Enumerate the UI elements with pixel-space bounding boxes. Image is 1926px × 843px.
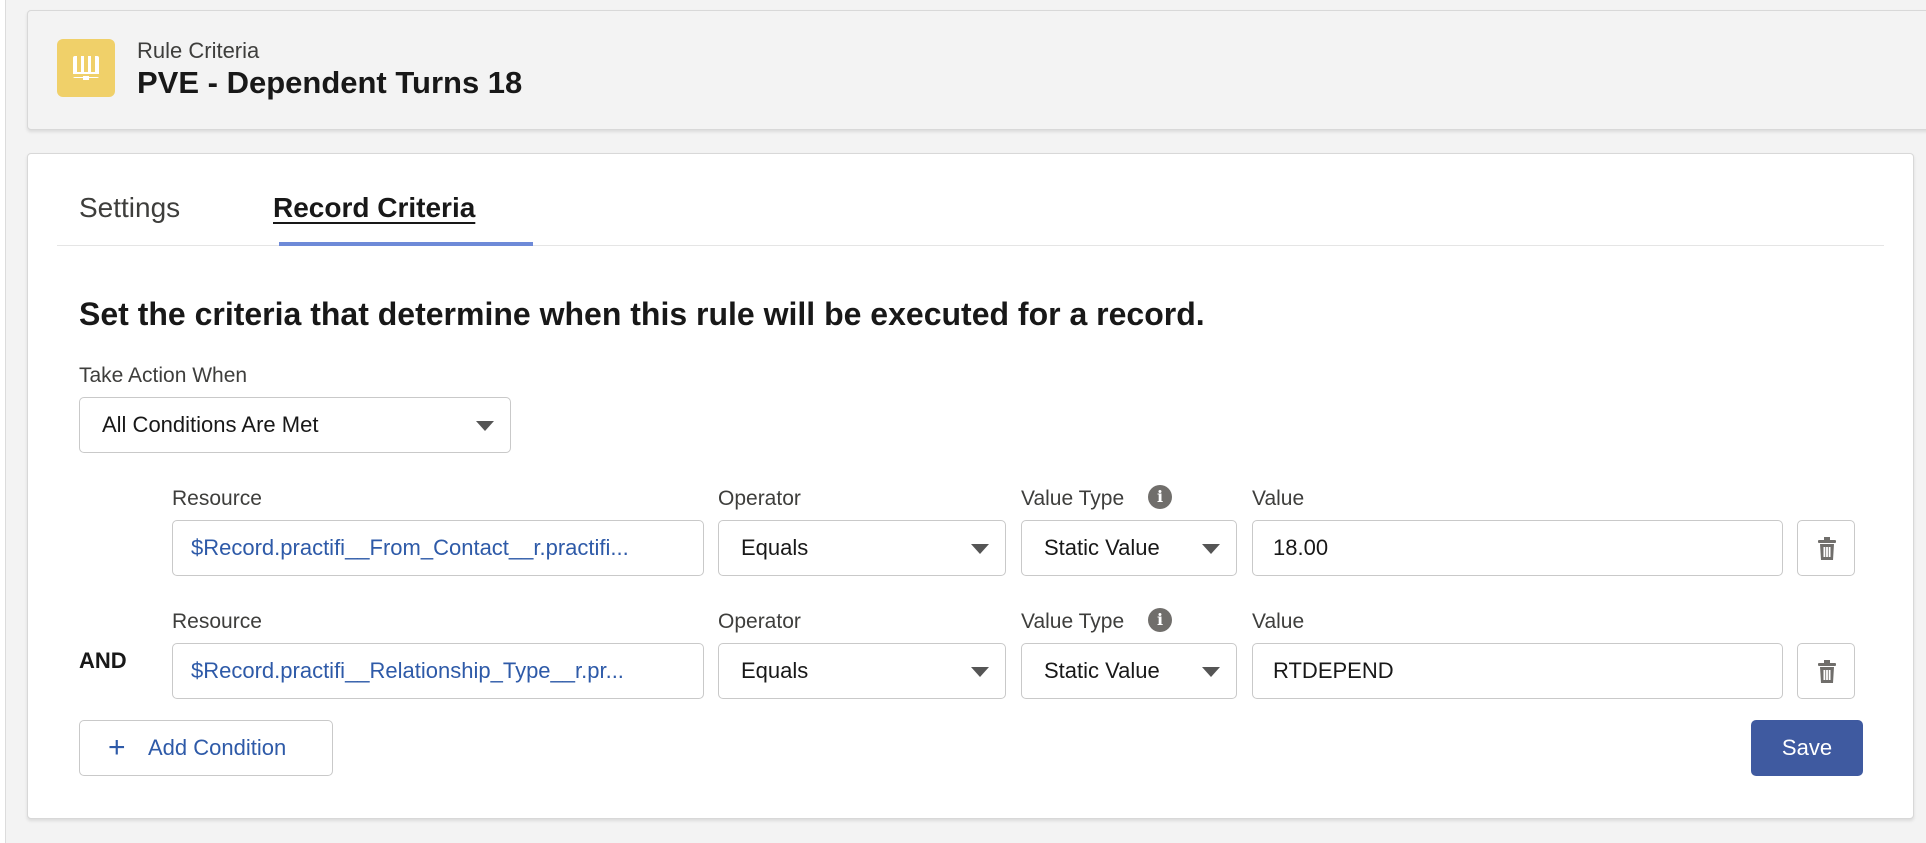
active-tab-indicator xyxy=(279,242,533,246)
operator-select[interactable]: Equals xyxy=(718,520,1006,576)
value-type-select[interactable]: Static Value xyxy=(1021,643,1237,699)
value-input[interactable]: 18.00 xyxy=(1252,520,1783,576)
tab-bar: Settings Record Criteria xyxy=(57,154,1884,246)
operator-select[interactable]: Equals xyxy=(718,643,1006,699)
resource-label: Resource xyxy=(172,610,262,633)
add-condition-label: Add Condition xyxy=(148,735,287,760)
resource-input[interactable]: $Record.practifi__From_Contact__r.practi… xyxy=(172,520,704,576)
value-type-label: Value Type xyxy=(1021,610,1125,633)
plus-icon: + xyxy=(108,731,126,764)
chevron-down-icon xyxy=(971,544,989,554)
value-input[interactable]: RTDEPEND xyxy=(1252,643,1783,699)
value-type-value: Static Value xyxy=(1044,535,1160,560)
delete-condition-button[interactable] xyxy=(1797,643,1855,699)
app: Rule Criteria PVE - Dependent Turns 18 S… xyxy=(0,0,1926,843)
page-header: Rule Criteria PVE - Dependent Turns 18 xyxy=(27,10,1926,130)
logic-and-label: AND xyxy=(79,648,127,673)
record-criteria-card: Settings Record Criteria Set the criteri… xyxy=(27,153,1914,819)
delete-condition-button[interactable] xyxy=(1797,520,1855,576)
tab-settings[interactable]: Settings xyxy=(79,192,180,224)
save-button[interactable]: Save xyxy=(1751,720,1863,776)
value-type-value: Static Value xyxy=(1044,658,1160,683)
chevron-down-icon xyxy=(476,421,494,431)
operator-value: Equals xyxy=(741,658,809,683)
chevron-down-icon xyxy=(971,667,989,677)
operator-label: Operator xyxy=(718,487,801,510)
left-edge xyxy=(0,0,6,843)
header-eyebrow: Rule Criteria xyxy=(137,38,260,63)
value-type-label: Value Type xyxy=(1021,487,1125,510)
info-icon[interactable]: i xyxy=(1148,485,1172,509)
take-action-select[interactable]: All Conditions Are Met xyxy=(79,397,511,453)
add-condition-button[interactable]: + Add Condition xyxy=(79,720,333,776)
resource-label: Resource xyxy=(172,487,262,510)
value-label: Value xyxy=(1252,487,1305,510)
value-type-select[interactable]: Static Value xyxy=(1021,520,1237,576)
page-title: PVE - Dependent Turns 18 xyxy=(137,65,523,100)
trash-icon xyxy=(1818,660,1836,683)
trash-icon xyxy=(1818,537,1836,560)
chevron-down-icon xyxy=(1202,667,1220,677)
operator-label: Operator xyxy=(718,610,801,633)
tab-record-criteria[interactable]: Record Criteria xyxy=(273,192,475,224)
info-icon[interactable]: i xyxy=(1148,608,1172,632)
section-heading: Set the criteria that determine when thi… xyxy=(79,296,1205,332)
resource-input[interactable]: $Record.practifi__Relationship_Type__r.p… xyxy=(172,643,704,699)
take-action-value: All Conditions Are Met xyxy=(102,412,319,437)
operator-value: Equals xyxy=(741,535,809,560)
value-label: Value xyxy=(1252,610,1305,633)
take-action-label: Take Action When xyxy=(79,364,248,387)
chevron-down-icon xyxy=(1202,544,1220,554)
book-icon xyxy=(57,39,115,97)
